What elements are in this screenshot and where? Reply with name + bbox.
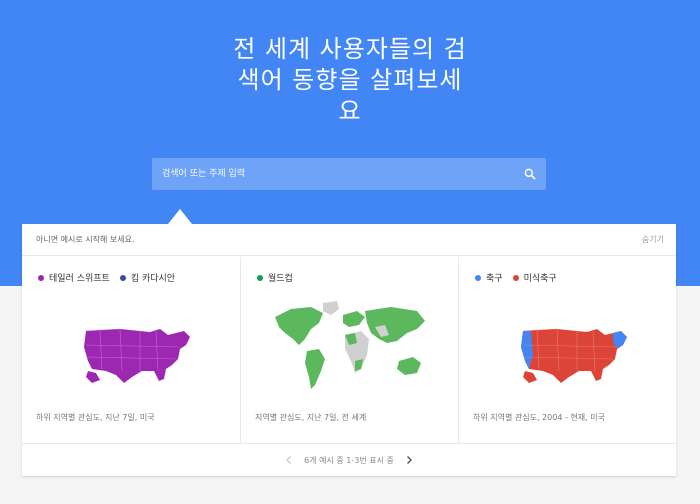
legend-dot xyxy=(38,274,44,281)
legend: 축구 미식축구 xyxy=(475,271,557,284)
example-card-2[interactable]: 월드컵 지역별 관심도, 지난 7일, 전 세계 xyxy=(240,257,458,443)
chevron-right-icon[interactable] xyxy=(404,455,414,465)
legend-label: 미식축구 xyxy=(523,274,557,284)
headline-line-1: 전 세계 사용자들의 검 xyxy=(233,35,467,63)
world-map xyxy=(275,301,425,389)
page-headline: 전 세계 사용자들의 검 색어 동향을 살펴보세 요 xyxy=(200,34,500,127)
legend-item: 킴 카다시안 xyxy=(119,271,176,284)
hide-button[interactable]: 숨기기 xyxy=(642,234,664,245)
legend-label: 월드컵 xyxy=(268,274,293,284)
legend-dot xyxy=(475,274,481,281)
legend-dot xyxy=(119,274,126,281)
legend-item: 테일러 스위프트 xyxy=(38,271,110,284)
card-pointer xyxy=(168,209,192,224)
legend-item: 미식축구 xyxy=(512,271,557,284)
card-caption: 하위 지역별 관심도, 2004 - 현재, 미국 xyxy=(473,413,605,422)
search-box xyxy=(152,158,546,190)
us-map xyxy=(84,328,190,383)
legend: 테일러 스위프트 킴 카다시안 xyxy=(38,271,175,284)
card-caption: 하위 지역별 관심도, 지난 7일, 미국 xyxy=(36,413,155,422)
us-map xyxy=(521,328,627,383)
example-card-3[interactable]: 축구 미식축구 하위 지역별 관심도, 2004 - 현재, 미국 xyxy=(458,257,676,443)
legend-item: 축구 xyxy=(475,271,503,284)
examples-header: 아니면 예시로 시작해 보세요. 숨기기 xyxy=(22,224,676,256)
example-card-1[interactable]: 테일러 스위프트 킴 카다시안 하위 지역별 관심도, 지난 7일, 미국 xyxy=(22,257,240,443)
legend-item: 월드컵 xyxy=(257,271,293,284)
headline-line-2: 색어 동향을 살펴보세 xyxy=(237,66,463,94)
search-input[interactable] xyxy=(152,158,512,190)
examples-card: 아니면 예시로 시작해 보세요. 숨기기 테일러 스위프트 킴 카다시안 하위 … xyxy=(22,224,676,476)
headline-line-3: 요 xyxy=(338,97,362,125)
pagination-text: 6개 예시 중 1-3번 표시 중 xyxy=(304,455,394,465)
legend-label: 킴 카다시안 xyxy=(130,274,176,284)
pagination: 6개 예시 중 1-3번 표시 중 xyxy=(22,443,676,476)
legend-label: 축구 xyxy=(486,274,503,284)
chevron-left-icon[interactable] xyxy=(284,455,294,465)
card-caption: 지역별 관심도, 지난 7일, 전 세계 xyxy=(255,413,367,422)
legend-dot xyxy=(512,274,519,281)
legend: 월드컵 xyxy=(257,271,293,284)
legend-dot xyxy=(257,274,263,281)
examples-intro: 아니면 예시로 시작해 보세요. xyxy=(36,235,135,244)
search-icon[interactable] xyxy=(523,167,537,181)
legend-label: 테일러 스위프트 xyxy=(49,274,110,284)
